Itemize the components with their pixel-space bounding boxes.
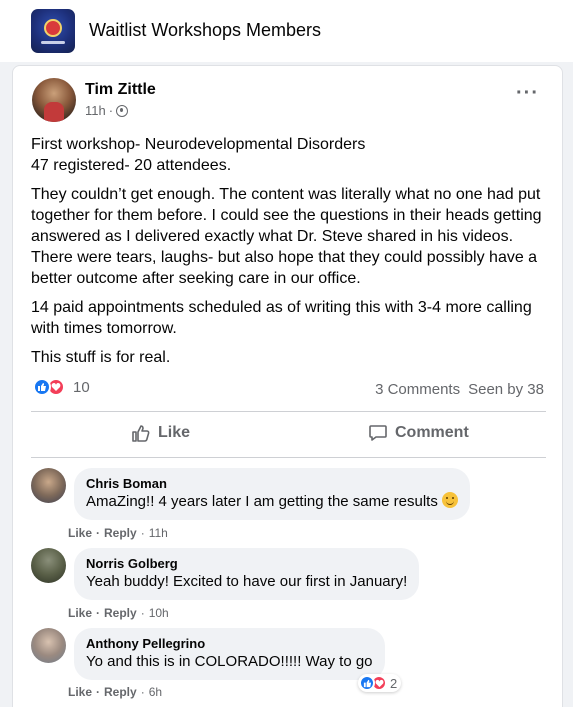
comment-actions: Like · Reply · 11h	[68, 526, 168, 540]
post-paragraph: This stuff is for real.	[31, 349, 171, 366]
group-title[interactable]: Waitlist Workshops Members	[89, 20, 321, 41]
reaction-summary[interactable]: 10	[33, 378, 90, 396]
comment-time[interactable]: 10h	[149, 606, 169, 620]
post-stats: 3 Comments Seen by 38	[375, 381, 544, 398]
comment-actions: Like · Reply · 6h	[68, 685, 163, 699]
comment-actions: Like · Reply · 10h	[68, 606, 169, 620]
group-avatar-icon[interactable]	[31, 9, 75, 53]
like-reaction-icon	[359, 675, 375, 691]
post-time[interactable]: 11h	[85, 103, 106, 118]
comment-reply-link[interactable]: Reply	[104, 685, 137, 699]
divider	[31, 457, 546, 458]
comment-label: Comment	[395, 424, 469, 441]
like-reaction-icon	[33, 378, 51, 396]
comment-button[interactable]: Comment	[368, 423, 469, 443]
commenter-name[interactable]: Anthony Pellegrino	[86, 636, 373, 652]
smile-emoji-icon	[442, 492, 458, 508]
comment-text: Yo and this is in COLORADO!!!!! Way to g…	[86, 653, 373, 670]
post-card: Tim Zittle 11h · ··· First workshop- Neu…	[12, 65, 563, 707]
commenter-avatar[interactable]	[31, 468, 66, 503]
comment-reaction-count: 2	[390, 675, 398, 691]
thumbs-up-icon	[132, 425, 150, 442]
comment-reaction-summary[interactable]: 2	[358, 674, 402, 692]
commenter-avatar[interactable]	[31, 628, 66, 663]
author-name[interactable]: Tim Zittle	[85, 81, 156, 99]
comment-bubble: Anthony Pellegrino Yo and this is in COL…	[74, 628, 385, 680]
comment-text-content: AmaZing!! 4 years later I am getting the…	[86, 493, 438, 510]
meta-separator: ·	[108, 103, 114, 118]
comment-time[interactable]: 11h	[149, 526, 168, 540]
comment-bubble: Chris Boman AmaZing!! 4 years later I am…	[74, 468, 470, 520]
comments-count[interactable]: 3 Comments	[375, 381, 460, 398]
commenter-name[interactable]: Norris Golberg	[86, 556, 407, 572]
comment-time[interactable]: 6h	[149, 685, 162, 699]
group-header: Waitlist Workshops Members	[0, 0, 573, 62]
comment-like-link[interactable]: Like	[68, 685, 92, 699]
comment-text: AmaZing!! 4 years later I am getting the…	[86, 492, 458, 512]
comment-reply-link[interactable]: Reply	[104, 526, 137, 540]
commenter-avatar[interactable]	[31, 548, 66, 583]
comment-bubble: Norris Golberg Yeah buddy! Excited to ha…	[74, 548, 420, 600]
more-options-icon[interactable]: ···	[516, 83, 539, 103]
seen-by[interactable]: Seen by 38	[468, 381, 544, 398]
divider	[31, 411, 546, 412]
comment-reply-link[interactable]: Reply	[104, 606, 137, 620]
comment-like-link[interactable]: Like	[68, 606, 92, 620]
like-label: Like	[158, 424, 191, 441]
post-body: First workshop- Neurodevelopmental Disor…	[31, 134, 551, 376]
post-meta: 11h ·	[85, 103, 129, 118]
comment-text: Yeah buddy! Excited to have our first in…	[86, 573, 408, 590]
commenter-name[interactable]: Chris Boman	[86, 476, 458, 492]
post-paragraph: They couldn’t get enough. The content wa…	[31, 186, 542, 287]
globe-icon	[116, 104, 129, 117]
comment-like-link[interactable]: Like	[68, 526, 92, 540]
like-button[interactable]: Like	[131, 423, 190, 443]
post-paragraph: First workshop- Neurodevelopmental Disor…	[31, 136, 366, 174]
reaction-count: 10	[73, 378, 90, 396]
comment-icon	[369, 425, 387, 441]
post-paragraph: 14 paid appointments scheduled as of wri…	[31, 299, 532, 337]
author-avatar[interactable]	[32, 78, 76, 122]
